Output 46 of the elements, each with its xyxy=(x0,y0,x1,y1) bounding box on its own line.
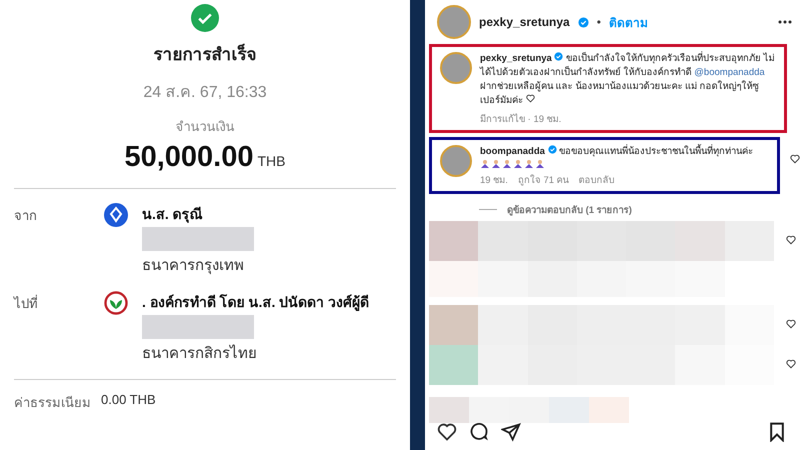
avatar xyxy=(440,145,472,177)
account-name: . องค์กรทำดี โดย น.ส. ปนัดดา วงศ์ผู้ดี xyxy=(142,293,370,313)
avatar xyxy=(440,52,472,84)
comment-meta: ตอบกลับ xyxy=(578,174,615,187)
success-check-icon xyxy=(191,4,219,32)
follow-link[interactable]: ติดตาม xyxy=(608,12,648,32)
comment-meta: มีการแก้ไข · 19 ชม. xyxy=(480,112,562,126)
transaction-date: 24 ส.ค. 67, 16:33 xyxy=(143,83,267,103)
emoji-icon xyxy=(491,159,501,169)
party-label: ไปที่ xyxy=(14,294,39,313)
fee-value: 0.00 THB xyxy=(101,392,156,409)
avatar xyxy=(437,5,471,39)
emoji-icon xyxy=(535,159,545,169)
username: pexky_sretunya xyxy=(479,15,570,29)
like-heart-icon[interactable] xyxy=(786,359,796,369)
comment-icon[interactable] xyxy=(469,422,489,442)
status-title: รายการสำเร็จ xyxy=(154,42,256,66)
mention-link[interactable]: @boompanadda xyxy=(694,67,765,78)
amount-value: 50,000.00 xyxy=(124,141,254,174)
emoji-icon xyxy=(480,159,490,169)
heart-icon xyxy=(526,94,535,103)
like-icon[interactable] xyxy=(437,422,457,442)
fee-label: ค่าธรรมเนียม xyxy=(14,394,91,412)
share-icon[interactable] xyxy=(501,422,521,442)
comment-text: pexky_sretunya ขอเป็นกำลังใจให้กับทุกครัวเรือนที่ประสบอุทกภัย ไม่ได้ไปด้วยตัวเองฝากเป็นกำลังทรัพย์ ให้กับองค์กรทำดี @boompanadda ฝากช่วยเหลือผู้คน และ น้องหมาน้องแมวด้วยนะคะ แม่ กอดใหญ่ๆให้ซูเปอร์มัมค่ะ xyxy=(480,52,776,108)
bank-name: ธนาคารกสิกรไทย xyxy=(142,344,257,364)
amount-label: จำนวนเงิน xyxy=(176,118,234,136)
bank-logo-icon xyxy=(104,291,128,315)
account-name: น.ส. ดรุณี xyxy=(142,205,203,225)
more-icon xyxy=(778,20,792,24)
emoji-icon xyxy=(524,159,534,169)
emoji-icon xyxy=(502,159,512,169)
emoji-icon xyxy=(513,159,523,169)
bank-name: ธนาคารกรุงเทพ xyxy=(142,256,244,276)
comment-meta: 19 ชม. xyxy=(480,174,508,187)
bookmark-icon[interactable] xyxy=(768,422,786,442)
party-label: จาก xyxy=(14,207,38,225)
separator-dot: • xyxy=(596,15,601,29)
currency-text: THB xyxy=(258,153,286,169)
like-heart-icon[interactable] xyxy=(790,154,800,164)
comment-meta: ถูกใจ 71 คน xyxy=(518,174,569,187)
like-heart-icon[interactable] xyxy=(786,235,796,245)
view-replies-link[interactable]: ดูข้อความตอบกลับ (1 รายการ) xyxy=(507,202,632,217)
bank-logo-icon xyxy=(104,203,128,227)
like-heart-icon[interactable] xyxy=(786,319,796,329)
comment-text: boompanadda ขอขอบคุณแทนพี่น้องประชาชนในพื้นที่ทุกท่านค่ะ xyxy=(480,145,754,159)
